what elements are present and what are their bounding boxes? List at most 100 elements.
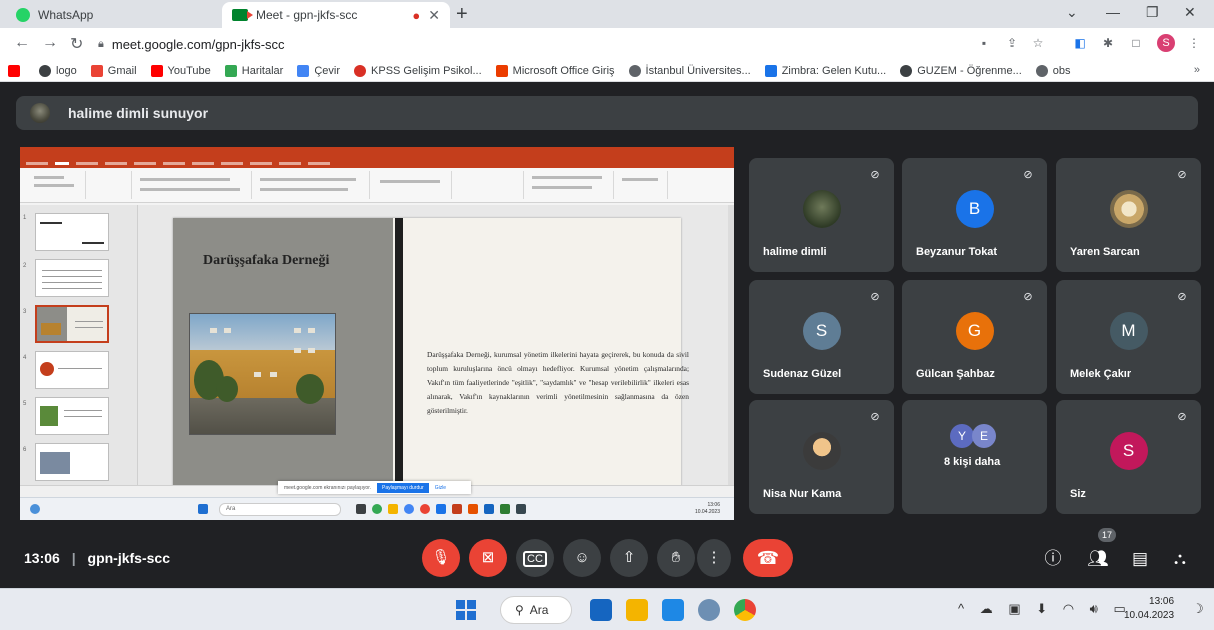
bookmark-office[interactable]: Microsoft Office Giriş <box>495 64 615 77</box>
bookmark-label: GUZEM - Öğrenme... <box>917 64 1022 77</box>
clock-time: 13:06 <box>1149 596 1175 607</box>
restore-button[interactable]: ❐ <box>1146 4 1159 21</box>
globe-icon <box>1035 64 1048 77</box>
bookmark-star-icon[interactable]: ☆ <box>1030 36 1046 50</box>
youtube-icon <box>8 64 20 77</box>
camera-off-icon: ⊠ <box>481 549 495 566</box>
share-icon[interactable]: ⇪ <box>1004 36 1020 50</box>
participant-name: Yaren Sarcan <box>1070 246 1140 258</box>
bookmark-cevir[interactable]: Çevir <box>297 64 340 77</box>
minimize-button[interactable]: — <box>1106 4 1120 20</box>
participant-name: Sudenaz Güzel <box>763 368 842 380</box>
bookmark-logo[interactable]: logo <box>39 64 77 77</box>
powerpoint-workspace: 1 2 3 4 5 6 Darüşşafaka Derneği Darüşşaf… <box>20 205 734 503</box>
bookmark-label: logo <box>56 64 77 77</box>
more-participants-tile[interactable]: Y E 8 kişi daha <box>902 400 1047 514</box>
taskbar-search[interactable]: ⚲ Ara <box>500 596 572 624</box>
tab-search-chevron-icon[interactable]: ⌄ <box>1066 4 1078 21</box>
bookmark-obs[interactable]: obs <box>1035 64 1071 77</box>
tab-whatsapp[interactable]: WhatsApp ✕ <box>6 2 244 28</box>
mic-off-icon: ⊘ <box>870 169 880 181</box>
mic-off-icon: ⊘ <box>1177 411 1187 423</box>
office-icon <box>495 64 508 77</box>
presenter-bar: halime dimli sunuyor <box>16 96 1198 130</box>
building-photo <box>189 313 336 435</box>
back-arrow-icon[interactable]: ← <box>14 34 30 52</box>
stop-sharing-button: Paylaşmayı durdur <box>377 482 429 493</box>
raise-hand-button[interactable]: ✋︎ <box>657 539 695 577</box>
extensions-puzzle-icon[interactable]: ✱ <box>1100 36 1116 50</box>
system-tray[interactable]: ^ ☁ ▣ ⬇ ◠ 🔊︎ ▭ <box>958 601 1132 617</box>
bookmark-item[interactable] <box>8 64 25 77</box>
kebab-menu-icon: ⋮ <box>706 549 722 566</box>
close-tab-icon[interactable]: ✕ <box>428 7 440 24</box>
participant-tile[interactable]: ⊘ Nisa Nur Kama <box>749 400 894 514</box>
reload-icon[interactable]: ↻ <box>70 34 83 54</box>
browser-tab-bar: WhatsApp ✕ Meet - gpn-jkfs-scc ● ✕ + ⌄ —… <box>0 0 1214 28</box>
bookmark-label: Zimbra: Gelen Kutu... <box>781 64 887 77</box>
participant-tile[interactable]: ⊘ S Sudenaz Güzel <box>749 280 894 394</box>
url-field[interactable]: 🔒︎ meet.google.com/gpn-jkfs-scc <box>98 32 948 56</box>
captions-button[interactable]: CC <box>516 539 554 577</box>
camera-in-use-icon[interactable]: ▪ <box>976 36 992 50</box>
bookmark-haritalar[interactable]: Haritalar <box>224 64 283 77</box>
bookmark-zimbra[interactable]: Zimbra: Gelen Kutu... <box>764 64 887 77</box>
mic-off-icon: ⊘ <box>870 411 880 423</box>
hang-up-icon: ☎︎ <box>756 548 780 568</box>
bookmark-istanbul[interactable]: İstanbul Üniversites... <box>628 64 751 77</box>
forward-arrow-icon[interactable]: → <box>42 34 58 52</box>
bookmarks-overflow-button[interactable]: » <box>1194 64 1200 76</box>
extension-icon[interactable]: ◧ <box>1072 36 1088 50</box>
shared-taskbar-clock: 13:06 10.04.2023 <box>694 502 720 515</box>
kebab-menu-icon[interactable]: ⋮ <box>1186 36 1202 50</box>
participant-tile[interactable]: ⊘ halime dimli <box>749 158 894 272</box>
chrome-app-icon[interactable] <box>734 599 756 621</box>
side-panel-icon[interactable]: □ <box>1128 36 1144 50</box>
mic-toggle-button[interactable]: 🎙︎ <box>422 539 460 577</box>
participant-avatar: B <box>955 190 994 228</box>
participant-avatar: G <box>955 312 994 350</box>
participant-tile-self[interactable]: ⊘ S Siz <box>1056 400 1201 514</box>
store-app-icon[interactable] <box>662 599 684 621</box>
participant-tile[interactable]: ⊘ M Melek Çakır <box>1056 280 1201 394</box>
reactions-button[interactable]: ☺ <box>563 539 601 577</box>
bookmark-guzem[interactable]: GUZEM - Öğrenme... <box>900 64 1022 77</box>
settings-app-icon[interactable] <box>698 599 720 621</box>
mail-app-icon[interactable] <box>590 599 612 621</box>
profile-avatar[interactable]: S <box>1157 34 1175 52</box>
participant-tile[interactable]: ⊘ B Beyzanur Tokat <box>902 158 1047 272</box>
slide-thumbnail <box>35 443 109 481</box>
chat-button[interactable]: ▤ <box>1126 545 1154 573</box>
tab-meet[interactable]: Meet - gpn-jkfs-scc ● ✕ <box>222 2 450 28</box>
zimbra-icon <box>764 64 777 77</box>
lock-icon[interactable]: 🔒︎ <box>98 38 104 51</box>
participant-tile[interactable]: ⊘ Yaren Sarcan <box>1056 158 1201 272</box>
bookmark-kpss[interactable]: KPSS Gelişim Psikol... <box>354 64 482 77</box>
bookmark-youtube[interactable]: YouTube <box>150 64 211 77</box>
chat-icon: ▤ <box>1131 549 1149 568</box>
camera-toggle-button[interactable]: ⊠ <box>469 539 507 577</box>
leave-call-button[interactable]: ☎︎ <box>743 539 793 577</box>
bookmark-gmail[interactable]: Gmail <box>90 64 137 77</box>
site-icon <box>900 64 913 77</box>
participant-avatar: M <box>1109 312 1148 350</box>
present-button[interactable]: ⇧ <box>610 539 648 577</box>
participant-avatar: E <box>972 424 996 448</box>
people-button[interactable]: 👥︎ <box>1084 545 1112 573</box>
globe-icon <box>39 64 51 77</box>
close-window-button[interactable]: ✕ <box>1184 4 1196 21</box>
participant-tile[interactable]: ⊘ G Gülcan Şahbaz <box>902 280 1047 394</box>
meet-icon <box>232 9 253 21</box>
taskbar-clock[interactable]: 13:06 10.04.2023 <box>1124 595 1174 623</box>
meeting-details-button[interactable]: ⓘ <box>1039 545 1067 573</box>
activities-button[interactable]: ⛬ <box>1166 545 1194 573</box>
slide-canvas: Darüşşafaka Derneği Darüşşafaka Derneği,… <box>138 205 734 503</box>
tab-label: WhatsApp <box>38 8 94 22</box>
notification-icon[interactable]: ☽ <box>1192 601 1204 617</box>
translate-icon <box>297 64 310 77</box>
new-tab-button[interactable]: + <box>456 3 468 25</box>
more-options-button[interactable]: ⋮ <box>697 539 731 577</box>
shared-taskbar: Ara 13:06 10.04.2023 <box>20 497 734 520</box>
file-explorer-icon[interactable] <box>626 599 648 621</box>
windows-start-button[interactable] <box>456 600 476 620</box>
